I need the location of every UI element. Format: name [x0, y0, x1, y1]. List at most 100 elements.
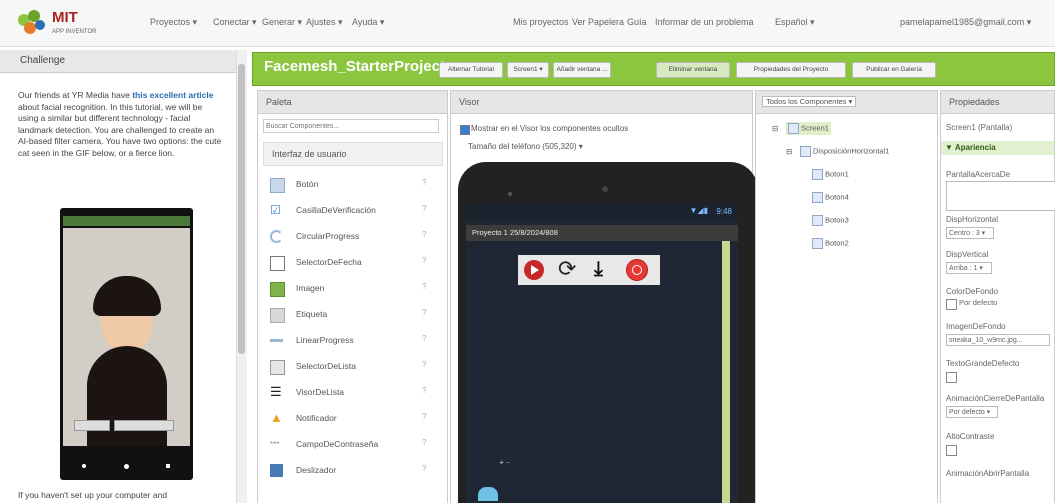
tree-item-boton4[interactable]: Boton4 — [812, 192, 849, 203]
app-title-bar: Proyecto 1 25/8/2024/808 — [466, 225, 738, 241]
palette-item-label: SelectorDeFecha — [296, 257, 362, 267]
background-color-value[interactable]: Por defecto — [959, 298, 997, 307]
article-link[interactable]: this excellent article — [132, 90, 213, 100]
screen-select[interactable]: Screen1 ▾ — [507, 62, 549, 78]
palette-item-slider[interactable]: Deslizador ? — [270, 458, 438, 484]
components-header: Todos los Componentes ▾ — [755, 90, 938, 114]
link-trash[interactable]: Ver Papelera — [572, 17, 624, 27]
prop-label: ColorDeFondo — [946, 287, 999, 296]
appearance-section[interactable]: ▼ Apariencia — [941, 141, 1054, 155]
logo-text: MIT — [52, 9, 78, 26]
palette-search-input[interactable] — [263, 119, 439, 133]
help-icon[interactable]: ? — [422, 386, 426, 395]
menu-projects[interactable]: Proyectos ▾ — [150, 17, 197, 28]
tree-item-horizontal-arrangement[interactable]: DisposiciónHorizontal1 — [800, 146, 889, 157]
palette-item-button[interactable]: Botón ? — [270, 172, 438, 198]
gif-status-bar — [63, 216, 190, 226]
tutorial-footer-text: If you haven't set up your computer and — [18, 490, 168, 500]
align-horizontal-select[interactable]: Centro : 3 ▾ — [946, 227, 994, 239]
link-my-projects[interactable]: Mis proyectos — [513, 17, 569, 27]
menu-connect[interactable]: Conectar ▾ — [213, 17, 257, 28]
project-name: Facemesh_StarterProject — [264, 58, 445, 75]
palette-item-label: Imagen — [296, 283, 325, 293]
help-icon[interactable]: ? — [422, 256, 426, 265]
account-menu[interactable]: pamelapamel1985@gmail.com ▾ — [900, 17, 1031, 28]
color-swatch[interactable] — [946, 299, 957, 310]
record-button[interactable] — [524, 260, 544, 280]
help-icon[interactable]: ? — [422, 360, 426, 369]
big-default-text-checkbox[interactable] — [946, 372, 957, 383]
help-icon[interactable]: ? — [422, 204, 426, 213]
horizontal-arrangement[interactable]: ⟳ ⤓ — [518, 255, 660, 285]
help-icon[interactable]: ? — [422, 178, 426, 187]
tree-toggle-icon[interactable]: ⊟ — [772, 124, 778, 133]
publish-gallery-button[interactable]: Publicar en Galería — [852, 62, 936, 78]
palette-item-checkbox[interactable]: ☑ CasillaDeVerificación ? — [270, 198, 438, 224]
palette-item-notifier[interactable]: ▲ Notificador ? — [270, 406, 438, 432]
app-title: Proyecto 1 25/8/2024/808 — [472, 228, 558, 237]
language-select[interactable]: Español ▾ — [775, 17, 815, 28]
tree-item-boton3[interactable]: Boton3 — [812, 215, 849, 226]
stop-button[interactable] — [626, 259, 648, 281]
gif-buttons — [74, 420, 174, 431]
tutorial-title: Challenge — [20, 55, 66, 66]
tree-item-screen1[interactable]: Screen1 — [786, 122, 831, 135]
close-animation-select[interactable]: Por defecto ▾ — [946, 406, 998, 418]
show-hidden-checkbox[interactable] — [460, 125, 470, 135]
palette-item-image[interactable]: Imagen ? — [270, 276, 438, 302]
tree-toggle-icon[interactable]: ⊟ — [786, 147, 792, 156]
palette-item-label: CircularProgress — [296, 231, 360, 241]
tree-item-boton1[interactable]: Boton1 — [812, 169, 849, 180]
menu-settings[interactable]: Ajustes ▾ — [306, 17, 343, 28]
palette-item-label[interactable]: Etiqueta ? — [270, 302, 438, 328]
button-icon — [270, 178, 285, 193]
toggle-tutorial-button[interactable]: Alternar Tutorial — [439, 62, 503, 78]
slider-icon — [270, 464, 283, 477]
tree-item-boton2[interactable]: Boton2 — [812, 238, 849, 249]
linear-progress-icon — [270, 339, 283, 342]
prop-label: AltoContraste — [946, 432, 995, 441]
components-filter-select[interactable]: Todos los Componentes ▾ — [762, 96, 857, 107]
tutorial-text-end: about facial recognition. In this tutori… — [18, 101, 222, 158]
prop-label: TextoGrandeDefecto — [946, 359, 1020, 368]
image-icon — [270, 282, 285, 297]
phone-size-select[interactable]: Tamaño del teléfono (505,320) ▾ — [468, 142, 583, 151]
menu-help[interactable]: Ayuda ▾ — [352, 17, 384, 28]
palette-item-label: CasillaDeVerificación — [296, 205, 376, 215]
palette-item-password-textbox[interactable]: *** CampoDeContraseña ? — [270, 432, 438, 458]
palette-section-ui[interactable]: Interfaz de usuario — [263, 142, 443, 166]
add-screen-button[interactable]: Añadir ventana ... — [553, 62, 611, 78]
link-guide[interactable]: Guía — [627, 17, 647, 27]
palette-item-linear-progress[interactable]: LinearProgress ? — [270, 328, 438, 354]
background-image-select[interactable]: sneaka_10_w9mc.jpg... — [946, 334, 1050, 346]
palette-item-circular-progress[interactable]: CircularProgress ? — [270, 224, 438, 250]
prop-label: DispVertical — [946, 250, 989, 259]
phone-camera — [602, 186, 608, 192]
help-icon[interactable]: ? — [422, 308, 426, 317]
properties-subject: Screen1 (Pantalla) — [946, 123, 1013, 132]
align-vertical-select[interactable]: Arriba : 1 ▾ — [946, 262, 992, 274]
list-picker-icon — [270, 360, 285, 375]
scrollbar-thumb[interactable] — [238, 64, 245, 354]
project-properties-button[interactable]: Propiedades del Proyecto — [736, 62, 846, 78]
label-icon — [270, 308, 285, 323]
palette-item-list-view[interactable]: ☰ VisorDeLista ? — [270, 380, 438, 406]
refresh-button[interactable]: ⟳ — [558, 257, 576, 281]
high-contrast-checkbox[interactable] — [946, 445, 957, 456]
help-icon[interactable]: ? — [422, 230, 426, 239]
help-icon[interactable]: ? — [422, 412, 426, 421]
mit-app-inventor-logo[interactable]: MIT APP INVENTOR — [12, 6, 132, 40]
help-icon[interactable]: ? — [422, 464, 426, 473]
download-button[interactable]: ⤓ — [594, 257, 603, 281]
help-icon[interactable]: ? — [422, 438, 426, 447]
help-icon[interactable]: ? — [422, 334, 426, 343]
menu-build[interactable]: Generar ▾ — [262, 17, 302, 28]
about-screen-textarea[interactable] — [946, 181, 1055, 211]
palette-item-date-picker[interactable]: SelectorDeFecha ? — [270, 250, 438, 276]
tutorial-scrollbar[interactable] — [236, 50, 247, 503]
link-report-issue[interactable]: Informar de un problema — [655, 17, 754, 27]
button-icon — [812, 215, 823, 226]
remove-screen-button[interactable]: Eliminar ventana — [656, 62, 730, 78]
help-icon[interactable]: ? — [422, 282, 426, 291]
palette-item-list-picker[interactable]: SelectorDeLista ? — [270, 354, 438, 380]
